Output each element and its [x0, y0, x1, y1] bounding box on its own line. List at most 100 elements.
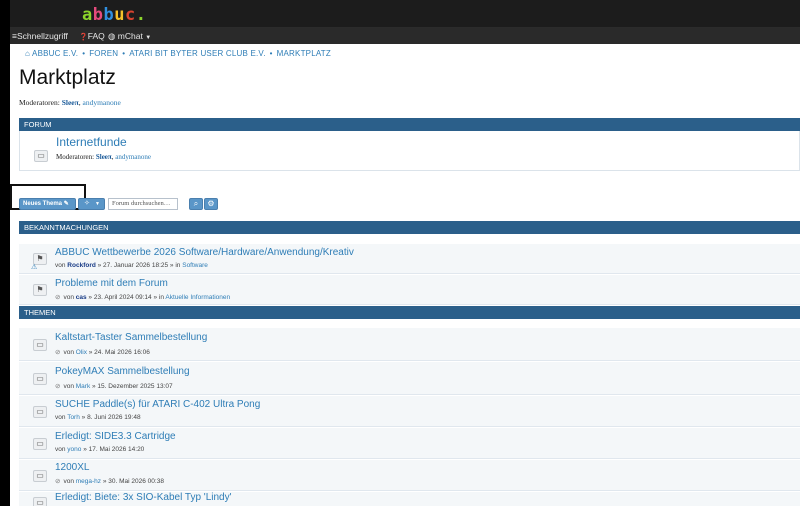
- logo-letter: .: [135, 5, 147, 25]
- topic-author[interactable]: cas: [76, 294, 87, 301]
- topic-date: » 23. April 2024 09:14 »: [88, 294, 158, 301]
- nav-bar: ≡Schnellzugriff ❓FAQ ◍ mChat ▼: [10, 28, 800, 44]
- topic-date: » 30. Mai 2026 00:38: [102, 478, 164, 485]
- chevron-down-icon: ▼: [145, 35, 152, 41]
- mchat-menu[interactable]: ◍ mChat ▼: [108, 31, 151, 42]
- topic-row[interactable]: ▭ Erledigt: Biete: 3x SIO-Kabel Typ 'Lin…: [19, 492, 800, 506]
- in-label: in: [175, 262, 181, 269]
- advanced-search-button[interactable]: ⚙: [204, 198, 218, 210]
- logo-letter: b: [103, 5, 115, 25]
- logo-letter: b: [92, 5, 104, 25]
- pencil-icon: ✎: [63, 201, 69, 207]
- topic-row[interactable]: ▭ SUCHE Paddle(s) für ATARI C-402 Ultra …: [19, 396, 800, 427]
- search-button[interactable]: ⌕: [189, 198, 203, 210]
- forum-moderators: Moderatoren: Sleeπ, andymanone: [19, 98, 121, 107]
- topic-row[interactable]: ▭ Kaltstart-Taster Sammelbestellung ⊘ von…: [19, 328, 800, 361]
- announcements-section-header: BEKANNTMACHUNGEN: [19, 221, 800, 234]
- topic-author[interactable]: mega-hz: [76, 478, 101, 485]
- topic-author[interactable]: Olix: [76, 349, 87, 356]
- topic-title[interactable]: Erledigt: Biete: 3x SIO-Kabel Typ 'Lindy…: [55, 492, 232, 503]
- topic-read-icon: ▭: [33, 406, 47, 418]
- breadcrumb-separator: •: [82, 49, 86, 58]
- forum-search-input[interactable]: Forum durchsuchen…: [108, 198, 178, 210]
- forum-moderators: Moderatoren: Sleeπ, andymanone: [56, 153, 152, 161]
- attachment-icon: ⊘: [55, 349, 61, 356]
- topic-title[interactable]: 1200XL: [55, 462, 89, 473]
- wrench-icon: ✧: [84, 200, 90, 207]
- by-label: von: [63, 478, 74, 485]
- moderator-link[interactable]: Sleeπ: [96, 153, 112, 161]
- by-label: von: [63, 294, 74, 301]
- faq-link[interactable]: ❓FAQ: [79, 31, 105, 41]
- new-topic-button[interactable]: Neues Thema ✎: [19, 198, 76, 210]
- breadcrumb-item[interactable]: ABBUC E.V.: [32, 49, 78, 58]
- by-label: von: [55, 414, 66, 421]
- topic-row[interactable]: ▭ PokeyMAX Sammelbestellung ⊘ von Mark » …: [19, 362, 800, 395]
- announcement-icon: ⚑: [33, 284, 47, 296]
- topic-meta: von Rockford » 27. Januar 2026 18:25 » i…: [55, 262, 208, 269]
- site-logo[interactable]: abbuc.: [82, 5, 147, 25]
- topic-row[interactable]: ⚑ ⚠ ABBUC Wettbewerbe 2026 Software/Hard…: [19, 244, 800, 274]
- attachment-icon: ⊘: [55, 294, 61, 301]
- topic-meta: ⊘ von Mark » 15. Dezember 2025 13:07: [55, 382, 173, 390]
- breadcrumb-item[interactable]: FOREN: [89, 49, 118, 58]
- forum-title[interactable]: Internetfunde: [56, 135, 127, 149]
- topic-tools-button[interactable]: ✧ ▼: [78, 198, 105, 210]
- topic-author[interactable]: Torh: [67, 414, 80, 421]
- browser-viewport: abbuc. ≡Schnellzugriff ❓FAQ ◍ mChat ▼ ⌂ …: [10, 0, 800, 506]
- attachment-icon: ⊘: [55, 383, 61, 390]
- topic-author[interactable]: Rockford: [67, 262, 96, 269]
- warning-icon: ⚠: [31, 264, 38, 271]
- topic-title[interactable]: Erledigt: SIDE3.3 Cartridge: [55, 431, 176, 442]
- topics-section-header: THEMEN: [19, 306, 800, 319]
- forum-row[interactable]: ▭ Internetfunde Moderatoren: Sleeπ, andy…: [19, 131, 800, 171]
- by-label: von: [55, 446, 66, 453]
- moderator-link[interactable]: andymanone: [115, 153, 151, 161]
- topic-date: » 17. Mai 2026 14:20: [83, 446, 145, 453]
- page-title[interactable]: Marktplatz: [19, 66, 116, 90]
- moderator-link[interactable]: andymanone: [82, 98, 120, 107]
- search-icon: ⌕: [193, 199, 199, 208]
- breadcrumb-separator: •: [269, 49, 273, 58]
- topic-title[interactable]: PokeyMAX Sammelbestellung: [55, 366, 190, 377]
- topic-meta: ⊘ von cas » 23. April 2024 09:14 » in Akt…: [55, 293, 230, 301]
- topic-date: » 15. Dezember 2025 13:07: [92, 383, 173, 390]
- topic-title[interactable]: Probleme mit dem Forum: [55, 278, 168, 289]
- topic-row[interactable]: ⚑ Probleme mit dem Forum ⊘ von cas » 23. …: [19, 275, 800, 305]
- topic-read-icon: ▭: [33, 497, 47, 506]
- question-icon: ❓: [79, 34, 88, 41]
- breadcrumb: ⌂ ABBUC E.V. • FOREN • ATARI BIT BYTER USER …: [25, 49, 331, 58]
- forum-section-header: FORUM: [19, 118, 800, 131]
- quick-access-label: Schnellzugriff: [16, 31, 68, 41]
- topic-date: » 8. Juni 2026 19:48: [81, 414, 141, 421]
- home-icon: ⌂: [25, 49, 31, 58]
- breadcrumb-item[interactable]: ATARI BIT BYTER USER CLUB E.V.: [129, 49, 265, 58]
- moderator-link[interactable]: Sleeπ: [62, 98, 79, 107]
- topic-title[interactable]: SUCHE Paddle(s) für ATARI C-402 Ultra Po…: [55, 399, 260, 410]
- chevron-down-icon: ▼: [95, 201, 100, 207]
- faq-label: FAQ: [87, 31, 105, 41]
- new-topic-label: Neues Thema: [23, 201, 63, 207]
- site-header: abbuc.: [10, 0, 800, 28]
- topic-title[interactable]: Kaltstart-Taster Sammelbestellung: [55, 332, 207, 343]
- topic-meta: ⊘ von mega-hz » 30. Mai 2026 00:38: [55, 477, 164, 485]
- forum-read-icon: ▭: [34, 150, 48, 162]
- by-label: von: [63, 383, 74, 390]
- gear-icon: ⚙: [207, 199, 215, 208]
- topic-read-icon: ▭: [33, 438, 47, 450]
- breadcrumb-separator: •: [122, 49, 126, 58]
- logo-letter: u: [114, 5, 125, 25]
- topic-forum-link[interactable]: Software: [182, 262, 208, 269]
- in-label: in: [158, 294, 164, 301]
- topic-row[interactable]: ▭ 1200XL ⊘ von mega-hz » 30. Mai 2026 00:…: [19, 460, 800, 491]
- topic-meta: von yono » 17. Mai 2026 14:20: [55, 446, 144, 453]
- topic-author[interactable]: yono: [67, 446, 81, 453]
- topic-date: » 24. Mai 2026 16:06: [88, 349, 150, 356]
- topic-title[interactable]: ABBUC Wettbewerbe 2026 Software/Hardware…: [55, 247, 354, 258]
- topic-row[interactable]: ▭ Erledigt: SIDE3.3 Cartridge von yono »…: [19, 428, 800, 459]
- topic-meta: ⊘ von Olix » 24. Mai 2026 16:06: [55, 348, 150, 356]
- breadcrumb-item[interactable]: MARKTPLATZ: [277, 49, 331, 58]
- topic-forum-link[interactable]: Aktuelle Informationen: [165, 294, 230, 301]
- quick-access-menu[interactable]: ≡Schnellzugriff: [12, 31, 68, 41]
- topic-author[interactable]: Mark: [76, 383, 90, 390]
